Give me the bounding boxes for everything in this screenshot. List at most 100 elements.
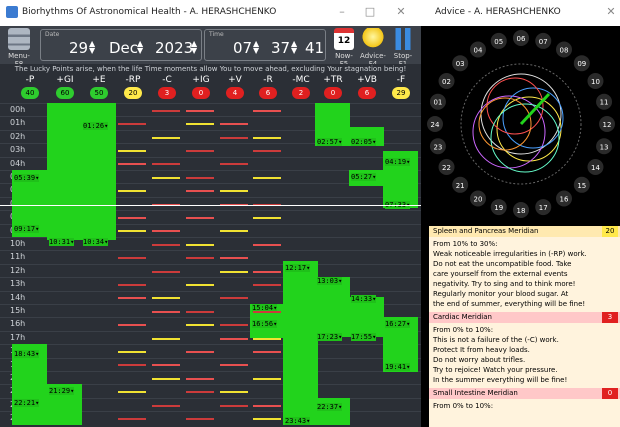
advice-text-line: Do not eat the uncompatible food. Take — [433, 260, 572, 268]
hour-label: 17h — [10, 332, 26, 342]
meridian-label: +VB — [357, 75, 377, 85]
year-field[interactable]: 2023 — [155, 39, 193, 57]
advice-text-line: From 0% to 10%: — [433, 326, 494, 334]
meridian-header-p[interactable]: -P 40 — [13, 75, 47, 102]
energy-dash — [220, 230, 248, 233]
day-field[interactable]: 29 — [69, 39, 88, 57]
dial-number: 14 — [591, 164, 600, 172]
year-spinner-icon[interactable]: ▲ ▼ — [191, 40, 199, 55]
time-mark: 17:55▾ — [351, 333, 377, 342]
day-spinner-icon[interactable]: ▲ ▼ — [89, 40, 97, 55]
meridian-label: +V — [228, 75, 242, 85]
energy-dash — [186, 391, 214, 394]
advice-text-line: In the summer everything will be fine! — [433, 376, 568, 384]
dial-number: 01 — [433, 99, 442, 107]
meridian-header-e[interactable]: +E 50 — [82, 75, 116, 102]
dial-number: 19 — [494, 204, 503, 212]
minute-field[interactable]: 37 — [271, 39, 290, 57]
advice-button[interactable]: Advice-F4 — [360, 28, 386, 68]
energy-dash — [220, 257, 248, 260]
meridian-label: -MC — [292, 75, 310, 85]
energy-dash — [220, 297, 248, 300]
meridian-name: Small Intestine Meridian — [433, 389, 518, 397]
hour-label: 10h — [10, 239, 26, 248]
menu-button[interactable]: Menu-F8 — [6, 28, 32, 68]
biorhythms-window: Biorhythms Of Astronomical Health - A. H… — [0, 0, 421, 427]
time-mark: 01:26▾ — [83, 121, 109, 130]
energy-dash — [253, 149, 281, 152]
month-field[interactable]: Dec — [109, 39, 138, 57]
energy-dash — [186, 149, 214, 152]
energy-dash — [186, 109, 214, 112]
now-button[interactable]: 12 Now-F5 — [331, 28, 357, 68]
app-icon — [6, 6, 18, 18]
advice-text-line: Protect It from heavy loads. — [433, 346, 530, 354]
energy-dash — [152, 377, 180, 380]
toolbar: Menu-F8 Date 29 ▲▼ Dec ▲▼ 2023 ▲▼ Time 0… — [0, 26, 421, 68]
hour-spinner-icon[interactable]: ▲ ▼ — [253, 40, 261, 55]
dial-number: 12 — [603, 121, 612, 129]
meridian-header-c[interactable]: -C 3 — [150, 75, 184, 102]
time-mark: 02:57▾ — [317, 137, 343, 146]
hour-gridline — [0, 263, 421, 265]
meridian-value-badge: 40 — [21, 87, 39, 99]
meridian-label: -F — [396, 75, 406, 85]
main-window-title: Biorhythms Of Astronomical Health - A. H… — [22, 7, 277, 17]
energy-dash — [152, 297, 180, 300]
dial-number: 21 — [456, 182, 465, 190]
energy-dash — [118, 364, 146, 367]
meridian-header-mc[interactable]: -MC 2 — [284, 75, 318, 102]
meridian-header-f[interactable]: -F 29 — [384, 75, 418, 102]
energy-dash — [253, 270, 281, 273]
energy-dash — [220, 270, 248, 273]
dial-number: 07 — [539, 38, 548, 46]
month-spinner-icon[interactable]: ▲ ▼ — [137, 40, 145, 55]
energy-dash — [118, 190, 146, 193]
energy-dash — [186, 283, 214, 286]
stop-button[interactable]: Stop-F1 — [390, 28, 416, 68]
dial-number: 15 — [577, 182, 586, 190]
advice-text-line: negativity. Try to sing and to think mor… — [433, 280, 576, 288]
meridian-header-r[interactable]: -R 6 — [251, 75, 285, 102]
meridian-section-header: Small Intestine Meridian 0 — [429, 388, 620, 399]
energy-dash — [152, 270, 180, 273]
time-mark: 21:29▾ — [49, 387, 75, 396]
hour-gridline — [0, 357, 421, 359]
energy-dash — [118, 163, 146, 166]
hour-field[interactable]: 07 — [233, 39, 252, 57]
lucky-period-block — [315, 397, 350, 425]
advice-text-line: Do not worry about trifles. — [433, 356, 526, 364]
meridian-percent: 3 — [602, 312, 618, 323]
meridian-section-header: Cardiac Meridian 3 — [429, 312, 620, 323]
energy-dash — [253, 404, 281, 407]
meridian-value-badge: 50 — [90, 87, 108, 99]
time-mark: 16:56▾ — [252, 320, 278, 329]
advice-titlebar: Advice - A. HERASHCHENKO ✕ — [421, 0, 620, 26]
energy-dash — [118, 216, 146, 219]
energy-dash — [186, 417, 214, 420]
hour-label: 12h — [10, 265, 26, 275]
minimize-icon[interactable]: – — [334, 4, 350, 20]
meridian-header-rp[interactable]: -RP 20 — [116, 75, 150, 102]
close-icon[interactable]: ✕ — [393, 4, 409, 20]
energy-dash — [220, 123, 248, 126]
meridian-header-ig[interactable]: +IG 0 — [184, 75, 218, 102]
dial-number: 18 — [517, 207, 526, 215]
meridian-header-v[interactable]: +V 4 — [218, 75, 252, 102]
energy-dash — [253, 417, 281, 420]
advice-close-icon[interactable]: ✕ — [603, 4, 619, 20]
minute-spinner-icon[interactable]: ▲ ▼ — [291, 40, 299, 55]
hour-label: 14h — [10, 292, 26, 302]
meridian-header-vb[interactable]: +VB 6 — [350, 75, 384, 102]
time-mark: 12:17▾ — [285, 263, 311, 272]
lucky-period-block — [349, 297, 384, 338]
energy-dash — [186, 243, 214, 246]
meridian-value-badge: 4 — [226, 87, 244, 99]
time-mark: 19:41▾ — [385, 362, 411, 371]
meridian-header-gi[interactable]: +GI 60 — [48, 75, 82, 102]
meridian-header-tr[interactable]: +TR 0 — [316, 75, 350, 102]
meridian-value-badge: 2 — [292, 87, 310, 99]
meridian-value-badge: 3 — [158, 87, 176, 99]
maximize-icon[interactable]: □ — [362, 4, 378, 20]
dial-number: 17 — [539, 204, 548, 212]
